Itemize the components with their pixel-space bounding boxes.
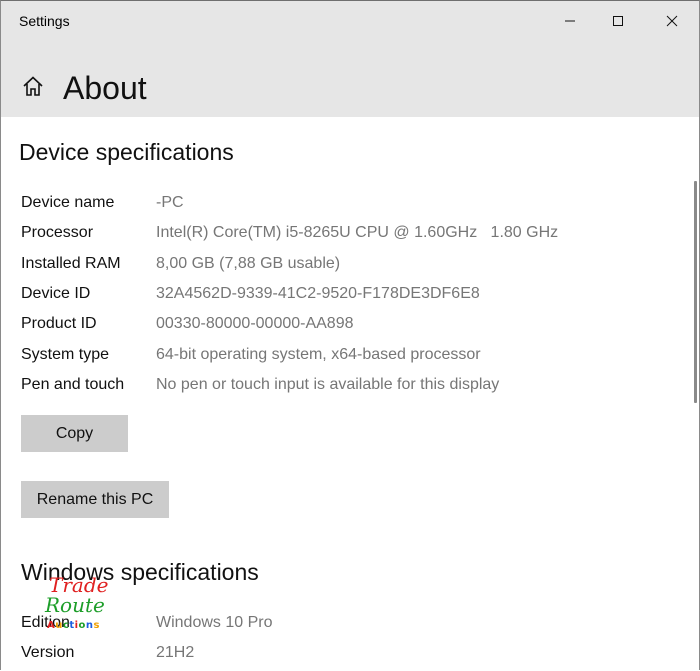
title-bar[interactable]: Settings [1, 1, 699, 41]
spec-label: Device name [21, 194, 115, 211]
rename-pc-button[interactable]: Rename this PC [21, 481, 169, 518]
watermark-line3: Auctions [47, 620, 100, 631]
minimize-button[interactable] [547, 1, 593, 41]
spec-label: Version [21, 644, 75, 661]
spec-label: System type [21, 346, 110, 363]
spec-label: Product ID [21, 315, 97, 332]
spec-value: 32A4562D-9339-41C2-9520-F178DE3DF6E8 [156, 285, 480, 302]
app-title: Settings [19, 13, 70, 29]
spec-label: Installed RAM [21, 255, 121, 272]
home-button[interactable] [22, 75, 44, 102]
home-icon [23, 76, 43, 96]
spec-value: 64-bit operating system, x64-based proce… [156, 346, 481, 363]
maximize-icon [613, 16, 623, 26]
spec-value: Intel(R) Core(TM) i5-8265U CPU @ 1.60GHz… [156, 224, 559, 241]
spec-value: No pen or touch input is available for t… [156, 376, 500, 393]
watermark-logo: Trade Route Auctions [45, 573, 109, 635]
minimize-icon [565, 20, 575, 22]
spec-label: Pen and touch [21, 376, 125, 393]
spec-value: -PC [156, 194, 184, 211]
device-specifications-heading: Device specifications [19, 139, 234, 165]
copy-button[interactable]: Copy [21, 415, 128, 452]
close-button[interactable] [649, 1, 695, 41]
maximize-button[interactable] [595, 1, 641, 41]
scrollbar-thumb[interactable] [694, 181, 697, 403]
watermark-line2: Route [45, 593, 105, 617]
page-title: About [63, 70, 147, 106]
spec-value: Windows 10 Pro [156, 614, 273, 631]
close-icon [666, 15, 678, 27]
page-header: About [1, 41, 699, 117]
spec-value: 21H2 [156, 644, 195, 661]
spec-value: 8,00 GB (7,88 GB usable) [156, 255, 341, 272]
settings-window: Settings About Device specifications Dev… [0, 0, 700, 671]
spec-label: Device ID [21, 285, 91, 302]
spec-value: 00330-80000-00000-AA898 [156, 315, 354, 332]
spec-label: Processor [21, 224, 94, 241]
